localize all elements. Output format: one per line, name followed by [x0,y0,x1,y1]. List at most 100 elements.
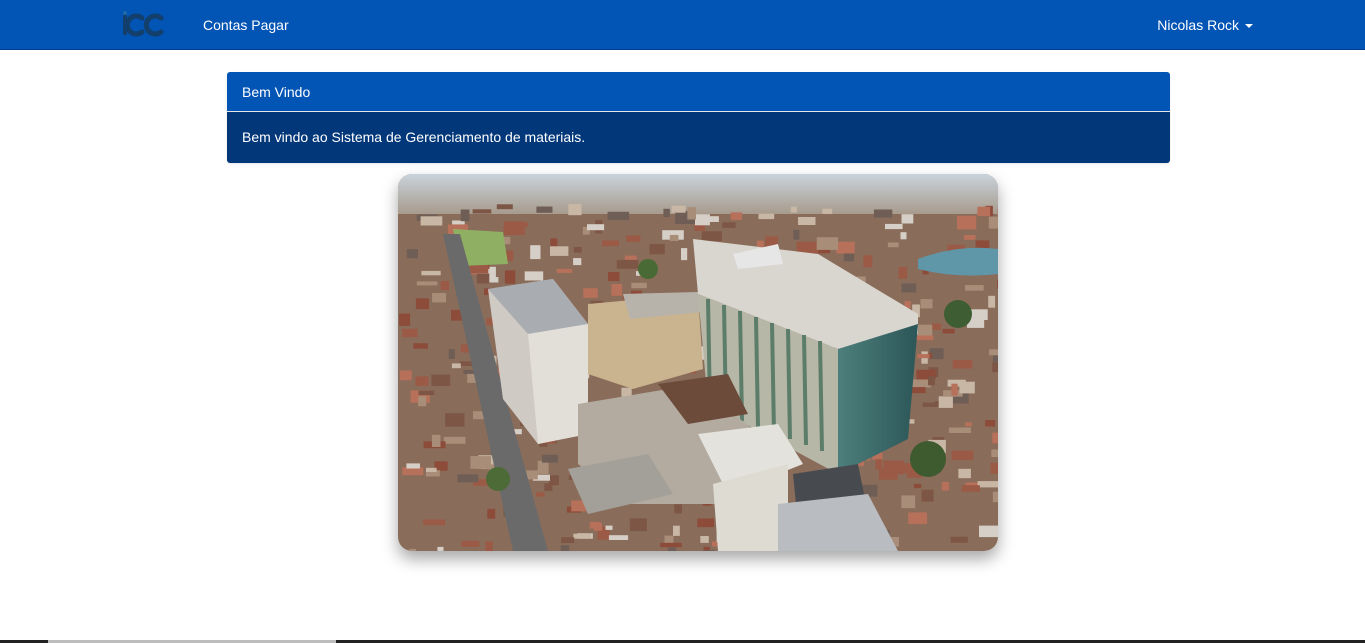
rooftop-texture [798,217,816,225]
rooftop-texture [901,495,916,509]
rooftop-texture [921,489,934,502]
rooftop-texture [629,518,647,532]
rooftop-texture [451,363,461,369]
rooftop-texture [583,288,598,298]
rooftop-texture [941,481,949,491]
rooftop-texture [399,313,411,326]
rooftop-texture [660,542,682,548]
nav-link-contas-pagar[interactable]: Contas Pagar [203,16,289,34]
rooftop-texture [664,535,674,544]
rooftop-texture [900,232,907,240]
rooftop-texture [420,216,443,226]
rooftop-texture [963,235,976,240]
rooftop-texture [421,270,441,276]
rooftop-texture [415,298,429,310]
rooftop-texture [402,328,418,338]
rooftop-texture [951,450,974,460]
rooftop-texture [409,548,416,551]
rooftop-texture [701,231,722,242]
rooftop-texture [437,546,444,551]
rooftop-texture [952,360,973,369]
rooftop-texture [440,281,450,291]
icc-logo-icon[interactable] [120,10,168,40]
rooftop-texture [418,396,427,407]
rooftop-texture [863,255,873,268]
rooftop-texture [901,283,917,293]
rooftop-texture [649,243,665,255]
rooftop-texture [950,536,968,543]
rooftop-texture [674,504,682,514]
rooftop-texture [681,248,688,261]
rooftop-texture [608,272,620,282]
rooftop-texture [530,245,541,260]
rooftop-texture [669,234,679,241]
rooftop-texture [621,387,632,397]
rooftop-texture [911,387,926,394]
rooftop-texture [979,525,998,538]
rooftop-texture [399,370,412,381]
rooftop-texture [673,525,680,536]
rooftop-texture [432,293,446,303]
rooftop-texture [948,427,971,433]
rooftop-texture [507,222,528,228]
rooftop-texture [631,282,647,289]
rooftop-texture [992,491,998,503]
user-name: Nicolas Rock [1157,17,1239,33]
rooftop-texture [504,270,516,284]
rooftop-texture [836,241,855,254]
rooftop-texture [793,229,800,240]
rooftop-texture [920,299,933,309]
rooftop-texture [985,420,996,427]
rooftop-texture [556,268,573,273]
rooftop-texture [883,460,905,475]
rooftop-texture [928,376,935,386]
rooftop-texture [611,283,623,296]
panel-body-text: Bem vindo ao Sistema de Gerenciamento de… [227,112,1170,163]
aerial-city-photo [398,174,998,551]
rooftop-texture [901,214,914,224]
rooftop-texture [413,343,428,349]
rooftop-texture [898,267,908,279]
rooftop-texture [537,460,549,474]
rooftop-texture [472,209,492,214]
rooftop-texture [443,436,466,444]
rooftop-texture [961,485,980,492]
rooftop-texture [997,208,998,216]
rooftop-texture [593,522,602,531]
rooftop-texture [885,223,903,230]
rooftop-texture [476,273,490,284]
facade-stripe [754,316,760,428]
rooftop-texture [942,328,955,334]
rooftop-texture [573,246,582,253]
rooftop-texture [607,211,630,221]
rooftop-texture [922,402,938,407]
facade-stripe [770,322,776,434]
rooftop-texture [568,204,582,216]
rooftop-texture [485,541,493,551]
rooftop-texture [671,205,686,213]
rooftop-texture [426,467,437,472]
rooftop-texture [991,449,998,457]
rooftop-texture [496,204,513,210]
rooftop-texture [524,271,544,281]
rooftop-texture [992,362,998,373]
rooftop-texture [957,215,977,230]
rooftop-texture [951,383,958,396]
rooftop-texture [626,235,641,242]
rooftop-texture [977,481,998,488]
rooftop-texture [816,237,839,250]
rooftop-texture [914,335,934,341]
user-menu-dropdown[interactable]: Nicolas Rock [1157,16,1253,34]
rooftop-texture [461,540,480,547]
rooftop-texture [931,323,941,330]
rooftop-texture [965,422,972,427]
rooftop-texture [703,550,715,551]
caret-down-icon [1245,24,1253,28]
rooftop-texture [730,212,742,220]
facade-stripe [818,340,824,452]
rooftop-texture [423,519,445,526]
rooftop-texture [758,213,775,220]
rooftop-texture [938,396,953,408]
rooftop-texture [908,512,928,525]
rooftop-texture [460,209,470,222]
